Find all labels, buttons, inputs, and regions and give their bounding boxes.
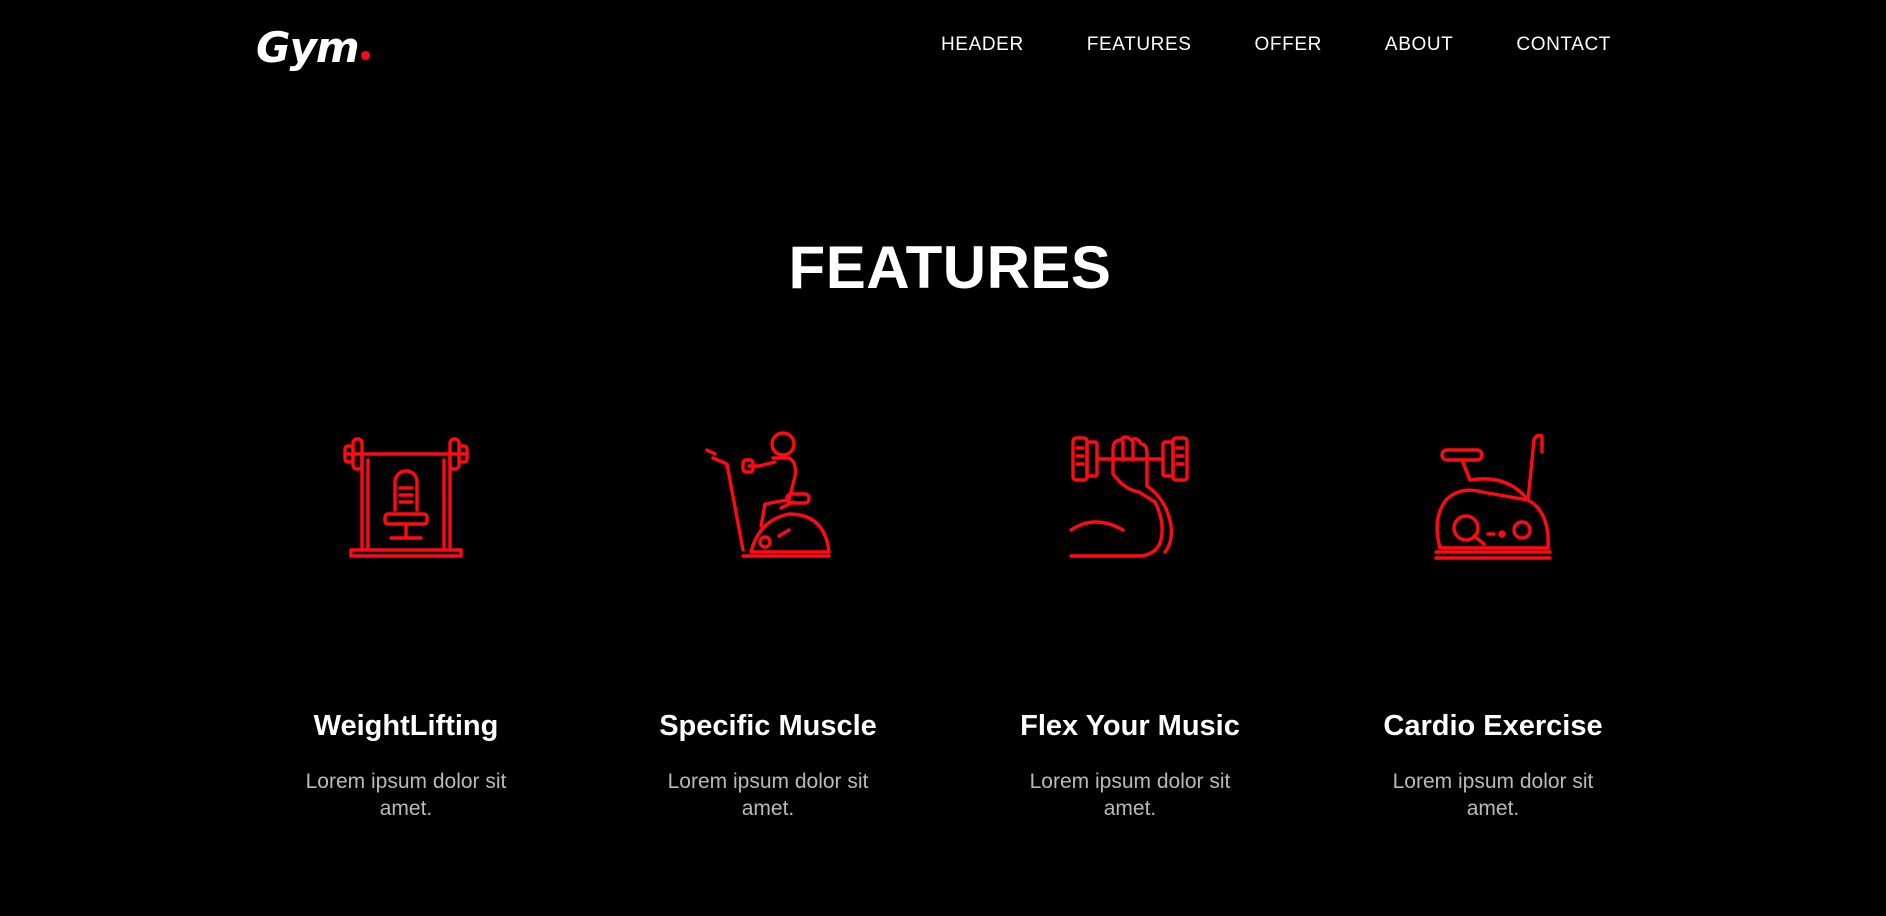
feature-title: WeightLifting bbox=[313, 710, 499, 742]
exercise-bike-icon bbox=[1428, 430, 1558, 560]
feature-description: Lorem ipsum dolor sit amet. bbox=[667, 770, 869, 820]
page: Gym HEADER FEATURES OFFER ABOUT CONTACT … bbox=[0, 0, 1886, 916]
feature-title: Specific Muscle bbox=[659, 710, 877, 742]
feature-title: Flex Your Music bbox=[1020, 710, 1240, 742]
features-section: WeightLifting Lorem ipsum dolor sit amet… bbox=[0, 0, 1886, 916]
weight-bench-icon bbox=[341, 430, 471, 560]
feature-description: Lorem ipsum dolor sit amet. bbox=[1029, 770, 1231, 820]
feature-card-flex-your-music: Flex Your Music Lorem ipsum dolor sit am… bbox=[970, 430, 1290, 822]
feature-card-specific-muscle: Specific Muscle Lorem ipsum dolor sit am… bbox=[608, 430, 928, 822]
feature-description: Lorem ipsum dolor sit amet. bbox=[1392, 770, 1594, 820]
rowing-machine-icon bbox=[703, 430, 833, 560]
dumbbell-arm-icon bbox=[1065, 430, 1195, 560]
feature-card-weightlifting: WeightLifting Lorem ipsum dolor sit amet… bbox=[246, 430, 566, 822]
feature-description: Lorem ipsum dolor sit amet. bbox=[305, 770, 507, 820]
feature-title: Cardio Exercise bbox=[1383, 710, 1603, 742]
feature-card-cardio-exercise: Cardio Exercise Lorem ipsum dolor sit am… bbox=[1333, 430, 1653, 822]
